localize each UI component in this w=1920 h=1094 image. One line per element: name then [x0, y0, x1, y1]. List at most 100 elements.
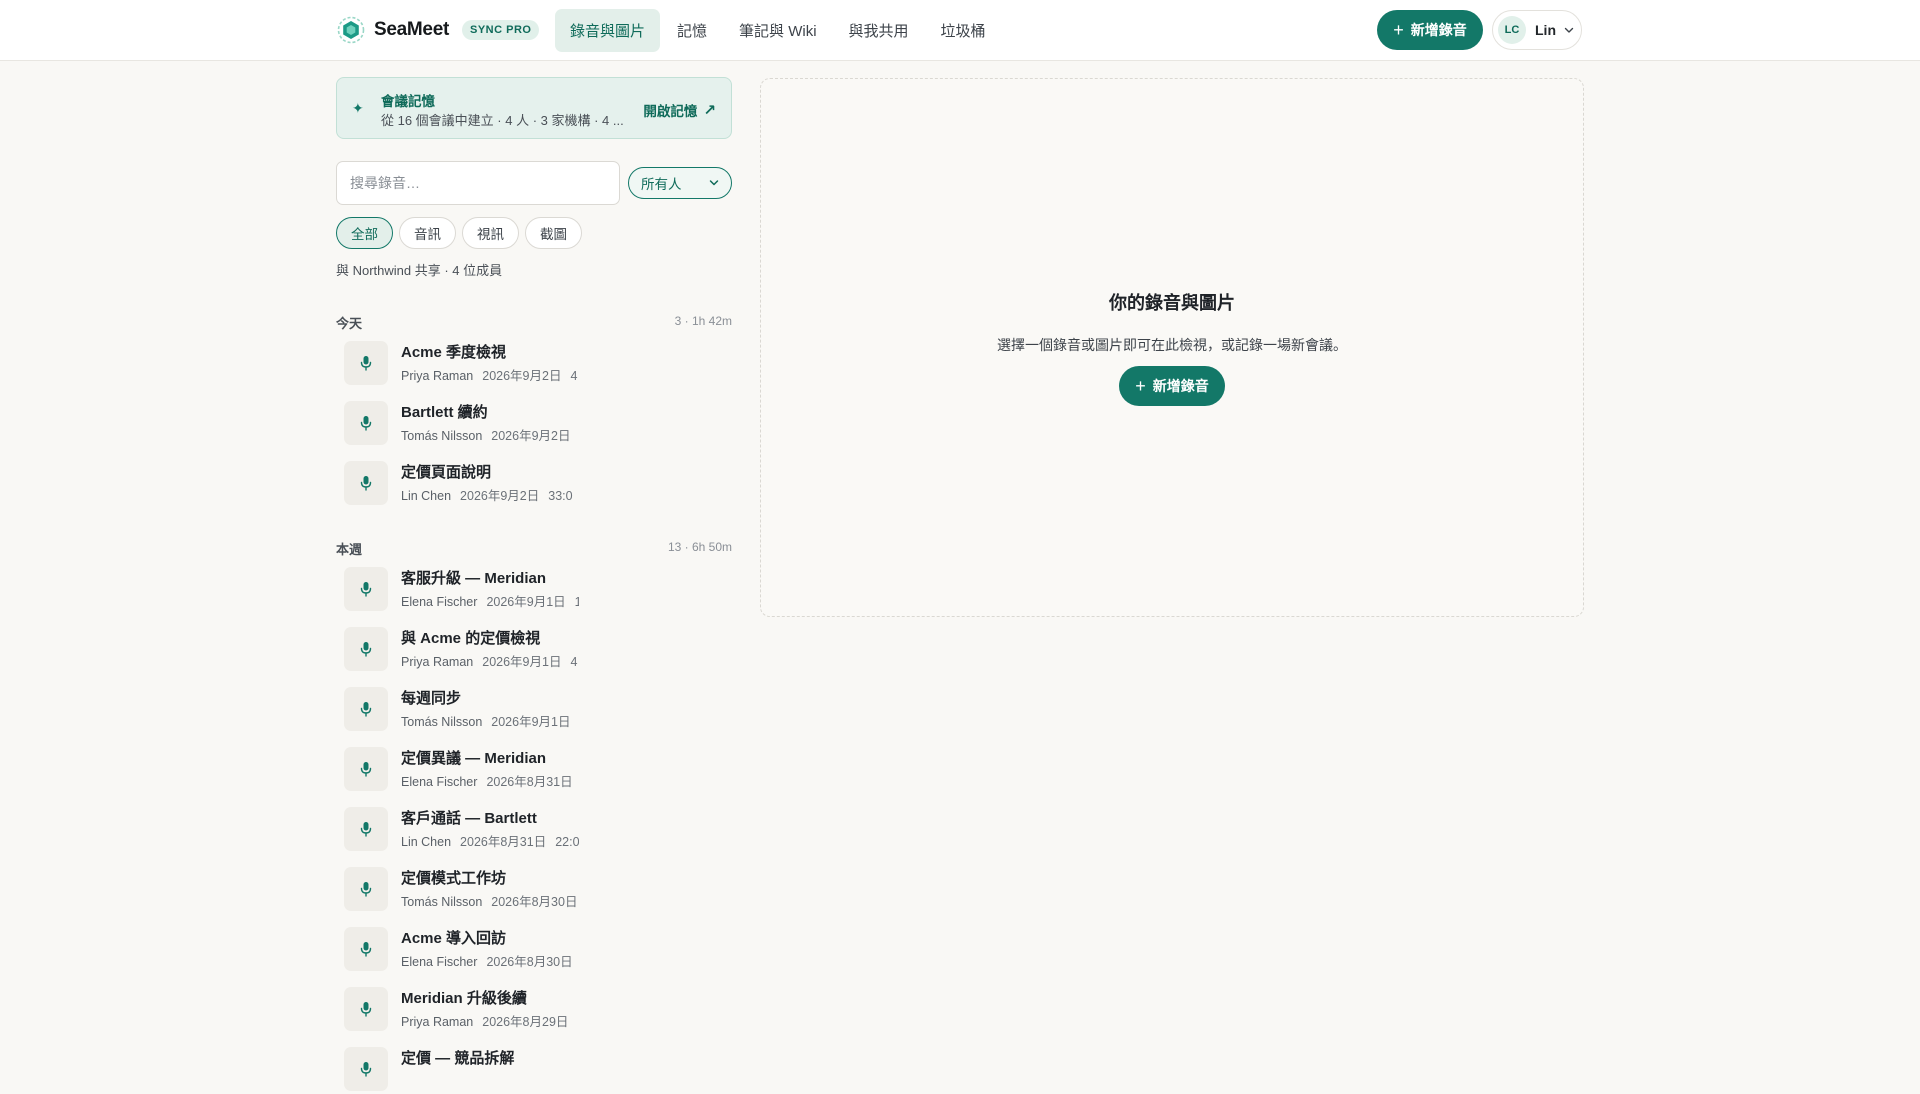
microphone-icon — [360, 356, 372, 371]
arrow-up-right-icon: ↗ — [703, 102, 716, 119]
recording-date: 2026年9月1日 — [486, 595, 566, 609]
recording-meta: Elena Fischer 2026年8月30日 — [401, 951, 579, 970]
empty-state-new-recording-button[interactable]: + 新增錄音 — [1119, 366, 1225, 406]
user-menu[interactable]: LC Lin — [1492, 10, 1582, 50]
recording-date: 2026年9月2日 — [491, 429, 571, 443]
recording-date: 2026年8月30日 — [486, 955, 573, 969]
recording-owner: Priya Raman — [401, 655, 474, 669]
recording-thumbnail — [344, 461, 388, 505]
section-title: 今天 — [336, 316, 363, 331]
brand[interactable]: SeaMeet SYNC PRO — [337, 15, 540, 45]
recording-meta: Priya Raman 2026年9月2日 4 — [401, 365, 579, 384]
recording-item[interactable]: 定價異議 — Meridian Elena Fischer 2026年8月31日 — [344, 744, 708, 794]
recording-meta: Priya Raman 2026年9月1日 4 — [401, 651, 579, 670]
recording-thumbnail — [344, 567, 388, 611]
microphone-icon — [360, 942, 372, 957]
tab-trash[interactable]: 垃圾桶 — [926, 9, 1001, 52]
seameet-logo-icon — [337, 16, 365, 44]
memory-title: 會議記憶 — [381, 94, 435, 109]
recording-date: 2026年9月2日 — [482, 369, 562, 383]
section-meta: 3 · 1h 42m — [674, 314, 732, 328]
recording-owner: Elena Fischer — [401, 955, 478, 969]
recording-item[interactable]: Acme 導入回訪 Elena Fischer 2026年8月30日 — [344, 924, 708, 974]
new-recording-button[interactable]: + 新增錄音 — [1377, 10, 1483, 50]
recording-meta: Elena Fischer 2026年9月1日 1 — [401, 591, 579, 610]
recording-meta: Priya Raman 2026年8月29日 — [401, 1011, 579, 1030]
recording-date: 2026年8月31日 — [486, 775, 573, 789]
recording-title: Meridian 升級後續 — [401, 990, 527, 1007]
recording-item[interactable]: 定價模式工作坊 Tomás Nilsson 2026年8月30日 — [344, 864, 708, 914]
empty-state-panel: 你的錄音與圖片 選擇一個錄音或圖片即可在此檢視，或記錄一場新會議。 + 新增錄音 — [760, 78, 1584, 617]
microphone-icon — [360, 882, 372, 897]
type-filters: 全部 音訊 視訊 截圖 — [336, 217, 588, 249]
tab-shared-with-me[interactable]: 與我共用 — [834, 9, 924, 52]
recording-date: 2026年8月30日 — [491, 895, 578, 909]
microphone-icon — [360, 642, 372, 657]
section-title: 本週 — [336, 542, 363, 557]
recording-meta: Elena Fischer 2026年8月31日 — [401, 771, 579, 790]
recording-item[interactable]: 定價 — 競品拆解 — [344, 1044, 708, 1094]
recording-title: 定價異議 — Meridian — [401, 750, 547, 767]
plus-icon: + — [1393, 20, 1404, 40]
chevron-down-icon — [709, 180, 719, 186]
recording-thumbnail — [344, 987, 388, 1031]
recording-meta: Tomás Nilsson 2026年9月2日 — [401, 425, 579, 444]
tab-recordings-images[interactable]: 錄音與圖片 — [555, 9, 661, 52]
recording-item[interactable]: 定價頁面說明 Lin Chen 2026年9月2日 33:0 — [344, 458, 708, 508]
filter-video[interactable]: 視訊 — [462, 217, 519, 249]
sparkle-icon: ✦ — [352, 100, 364, 116]
main-nav: 錄音與圖片 記憶 筆記與 Wiki 與我共用 垃圾桶 — [555, 9, 1003, 52]
recording-item[interactable]: Meridian 升級後續 Priya Raman 2026年8月29日 — [344, 984, 708, 1034]
recording-owner: Lin Chen — [401, 489, 452, 503]
recording-item[interactable]: 與 Acme 的定價檢視 Priya Raman 2026年9月1日 4 — [344, 624, 708, 674]
recording-owner: Elena Fischer — [401, 595, 478, 609]
recording-owner: Tomás Nilsson — [401, 715, 483, 729]
plus-icon: + — [1135, 376, 1146, 396]
user-name: Lin — [1535, 22, 1556, 38]
meeting-memory-card: ✦ 會議記憶 從 16 個會議中建立 · 4 人 · 3 家機構 · 4 ...… — [336, 77, 732, 139]
recording-date: 2026年8月31日 — [460, 835, 547, 849]
new-recording-label: 新增錄音 — [1410, 22, 1467, 38]
recording-item[interactable]: Bartlett 續約 Tomás Nilsson 2026年9月2日 — [344, 398, 708, 448]
recording-title: 定價頁面說明 — [401, 464, 492, 481]
microphone-icon — [360, 582, 372, 597]
section-header-today: 今天 3 · 1h 42m — [336, 313, 732, 331]
filter-audio[interactable]: 音訊 — [399, 217, 456, 249]
new-recording-label: 新增錄音 — [1152, 378, 1209, 394]
filter-screenshot[interactable]: 截圖 — [525, 217, 582, 249]
recording-owner: Tomás Nilsson — [401, 895, 483, 909]
filter-all[interactable]: 全部 — [336, 217, 393, 249]
memory-subtitle: 從 16 個會議中建立 · 4 人 · 3 家機構 · 4 ... — [381, 113, 624, 128]
microphone-icon — [360, 1062, 372, 1077]
recording-duration: 22:0 — [555, 835, 579, 849]
recording-item[interactable]: 客戶通話 — Bartlett Lin Chen 2026年8月31日 22:0 — [344, 804, 708, 854]
tab-memory[interactable]: 記憶 — [662, 9, 722, 52]
owner-filter-select[interactable]: 所有人 — [628, 167, 732, 199]
recording-thumbnail — [344, 867, 388, 911]
microphone-icon — [360, 1002, 372, 1017]
recording-item[interactable]: 客服升級 — Meridian Elena Fischer 2026年9月1日 1 — [344, 564, 708, 614]
top-navigation-bar: SeaMeet SYNC PRO 錄音與圖片 記憶 筆記與 Wiki 與我共用 … — [0, 0, 1920, 61]
recording-thumbnail — [344, 807, 388, 851]
recording-title: Acme 導入回訪 — [401, 930, 507, 947]
open-memory-link[interactable]: 開啟記憶 ↗ — [643, 100, 716, 120]
recording-owner: Elena Fischer — [401, 775, 478, 789]
share-info: 與 Northwind 共享 · 4 位成員 — [336, 263, 503, 278]
recording-duration: 4 — [570, 655, 578, 669]
microphone-icon — [360, 476, 372, 491]
avatar: LC — [1498, 16, 1526, 44]
recording-date: 2026年9月1日 — [482, 655, 562, 669]
empty-state-title: 你的錄音與圖片 — [1109, 293, 1235, 313]
recording-owner: Priya Raman — [401, 369, 474, 383]
recording-title: Acme 季度檢視 — [401, 344, 507, 361]
section-meta: 13 · 6h 50m — [667, 540, 732, 554]
recording-thumbnail — [344, 687, 388, 731]
brand-name: SeaMeet — [374, 19, 449, 40]
recording-item[interactable]: Acme 季度檢視 Priya Raman 2026年9月2日 4 — [344, 338, 708, 388]
search-recordings-input[interactable] — [336, 161, 620, 205]
recording-date: 2026年8月29日 — [482, 1015, 569, 1029]
recording-item[interactable]: 每週同步 Tomás Nilsson 2026年9月1日 — [344, 684, 708, 734]
recording-thumbnail — [344, 627, 388, 671]
recording-owner: Tomás Nilsson — [401, 429, 483, 443]
tab-notes-wiki[interactable]: 筆記與 Wiki — [724, 9, 832, 52]
